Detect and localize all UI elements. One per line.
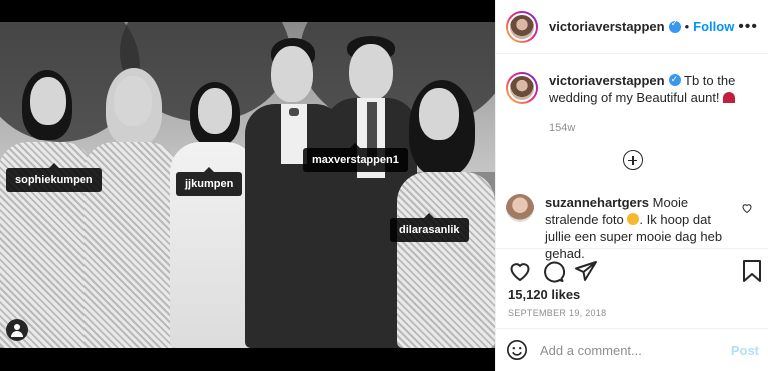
caption: victoriaverstappen Tb to the wedding of … bbox=[496, 54, 768, 137]
header-separator: • bbox=[684, 19, 690, 34]
comment-like-heart-icon[interactable] bbox=[741, 202, 753, 214]
author-username[interactable]: victoriaverstappen bbox=[549, 19, 665, 34]
share-plane-icon[interactable] bbox=[574, 259, 598, 283]
caption-avatar[interactable] bbox=[506, 72, 538, 104]
photo-tag-dilarasanlik[interactable]: dilarasanlik bbox=[390, 213, 469, 242]
more-options-icon[interactable]: ••• bbox=[738, 18, 758, 36]
commenter-avatar[interactable] bbox=[506, 194, 534, 222]
comment-composer: Post bbox=[496, 328, 768, 371]
author-avatar[interactable] bbox=[506, 10, 538, 43]
photo-scene: sophiekumpen jjkumpen maxverstappen1 dil… bbox=[0, 22, 495, 348]
load-more-comments-icon[interactable] bbox=[623, 150, 643, 170]
emoji-smiley-icon[interactable] bbox=[506, 339, 528, 361]
like-count[interactable]: 15,120 likes bbox=[508, 287, 580, 302]
caption-body: victoriaverstappen Tb to the wedding of … bbox=[549, 72, 758, 137]
post-actions bbox=[496, 248, 768, 292]
verified-badge-icon bbox=[668, 72, 681, 89]
follow-button[interactable]: Follow bbox=[693, 19, 734, 34]
photo-tag-sophiekumpen[interactable]: sophiekumpen bbox=[6, 163, 102, 192]
caption-username[interactable]: victoriaverstappen bbox=[549, 73, 665, 88]
comment-bubble-icon[interactable] bbox=[541, 259, 565, 283]
photo-tag-jjkumpen[interactable]: jjkumpen bbox=[176, 167, 243, 196]
post-comment-button[interactable]: Post bbox=[731, 343, 759, 358]
photo-tag-maxverstappen1[interactable]: maxverstappen1 bbox=[303, 143, 408, 172]
broken-heart-emoji bbox=[723, 92, 736, 103]
save-bookmark-icon[interactable] bbox=[740, 259, 764, 283]
commenter-username[interactable]: suzannehartgers bbox=[545, 195, 649, 210]
post-date[interactable]: SEPTEMBER 19, 2018 bbox=[508, 308, 606, 318]
add-comment-input[interactable] bbox=[540, 342, 720, 358]
star-struck-emoji bbox=[627, 213, 640, 225]
person-6 bbox=[395, 22, 495, 348]
tagged-user-icon[interactable] bbox=[6, 319, 28, 341]
post-header: victoriaverstappen • Follow ••• bbox=[496, 0, 768, 54]
like-heart-icon[interactable] bbox=[508, 259, 532, 283]
post-photo[interactable]: sophiekumpen jjkumpen maxverstappen1 dil… bbox=[0, 0, 495, 371]
caption-time[interactable]: 154w bbox=[549, 120, 758, 137]
post-details-panel: victoriaverstappen • Follow ••• victoria… bbox=[495, 0, 768, 371]
verified-badge-icon bbox=[668, 19, 681, 33]
